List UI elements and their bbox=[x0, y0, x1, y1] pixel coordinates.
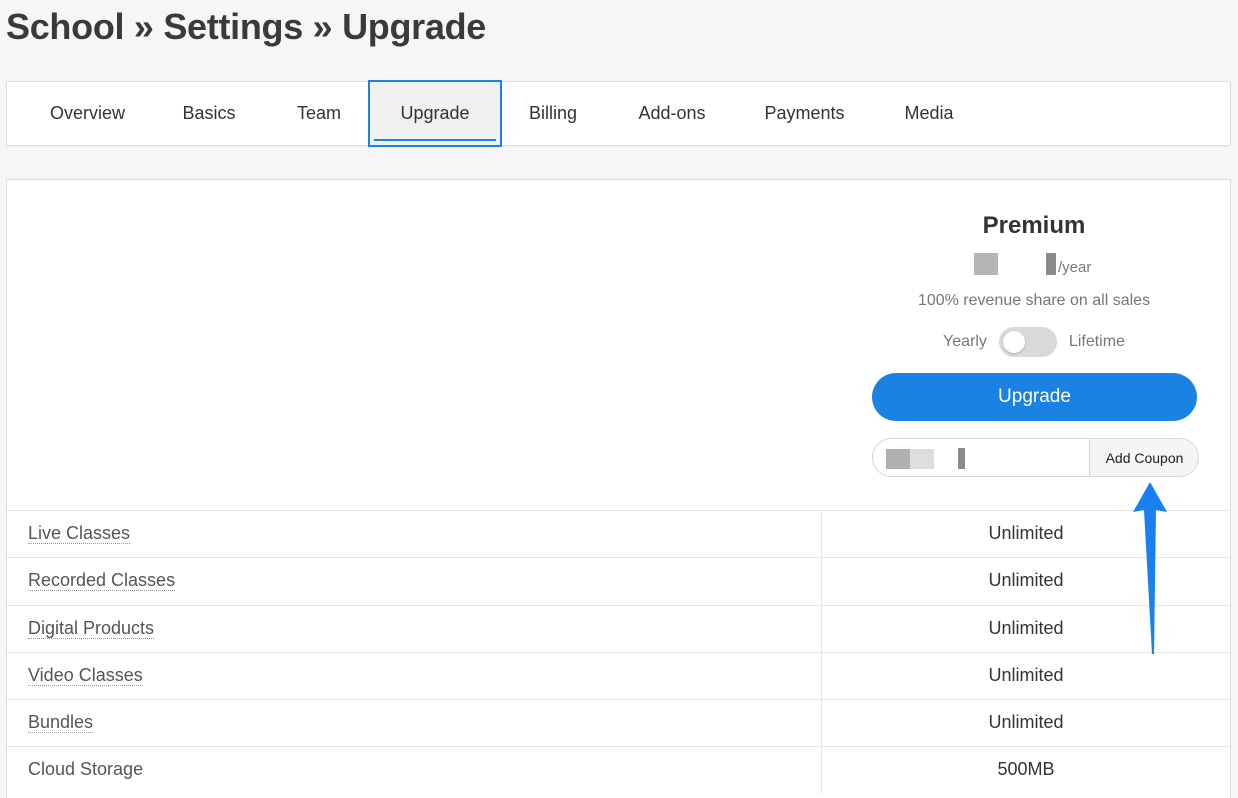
feature-name: Recorded Classes bbox=[28, 570, 176, 592]
billing-toggle: Yearly Lifetime bbox=[870, 327, 1198, 357]
tab-billing[interactable]: Billing bbox=[504, 82, 602, 145]
redacted-coupon-block bbox=[958, 448, 965, 469]
add-coupon-button[interactable]: Add Coupon bbox=[1089, 439, 1198, 476]
feature-name: Digital Products bbox=[28, 617, 155, 639]
redacted-price-block bbox=[1046, 253, 1056, 275]
upgrade-button[interactable]: Upgrade bbox=[872, 373, 1197, 421]
tab-payments[interactable]: Payments bbox=[742, 82, 867, 145]
toggle-label-lifetime: Lifetime bbox=[1068, 333, 1125, 350]
table-row: Digital Products Unlimited bbox=[7, 604, 1230, 652]
table-row: Bundles Unlimited bbox=[7, 699, 1230, 747]
tab-basics[interactable]: Basics bbox=[157, 82, 261, 145]
price-period: /year bbox=[1058, 259, 1092, 276]
billing-period-switch[interactable] bbox=[998, 327, 1057, 357]
redacted-price-block bbox=[974, 253, 998, 275]
feature-value: Unlimited bbox=[988, 712, 1064, 733]
revenue-share-text: 100% revenue share on all sales bbox=[917, 292, 1151, 309]
up-arrow-icon bbox=[1133, 482, 1167, 654]
features-table: Live Classes Unlimited Recorded Classes … bbox=[7, 510, 1230, 794]
redacted-coupon-block bbox=[886, 449, 910, 469]
plan-price: /year bbox=[870, 253, 1198, 277]
tab-overview[interactable]: Overview bbox=[24, 82, 151, 145]
tab-add-ons[interactable]: Add-ons bbox=[612, 82, 732, 145]
feature-value: Unlimited bbox=[988, 664, 1064, 685]
table-row: Live Classes Unlimited bbox=[7, 510, 1230, 558]
feature-value: 500MB bbox=[997, 759, 1055, 780]
tab-team[interactable]: Team bbox=[269, 82, 369, 145]
settings-tab-bar: Overview Basics Team Upgrade Billing Add… bbox=[6, 80, 1231, 147]
table-row: Video Classes Unlimited bbox=[7, 651, 1230, 700]
toggle-label-yearly: Yearly bbox=[943, 333, 987, 350]
table-row: Cloud Storage 500MB bbox=[7, 746, 1230, 794]
plan-name: Premium bbox=[982, 212, 1086, 239]
page-title: School » Settings » Upgrade bbox=[6, 6, 486, 47]
feature-name: Cloud Storage bbox=[28, 759, 144, 780]
table-row: Recorded Classes Unlimited bbox=[7, 557, 1230, 605]
feature-name: Video Classes bbox=[28, 664, 143, 686]
switch-knob bbox=[1002, 331, 1025, 353]
coupon-group: Add Coupon bbox=[872, 438, 1199, 477]
tab-media[interactable]: Media bbox=[879, 82, 979, 145]
tab-upgrade[interactable]: Upgrade bbox=[368, 80, 502, 147]
redacted-coupon-block bbox=[910, 449, 934, 469]
feature-name: Bundles bbox=[28, 712, 94, 734]
feature-name: Live Classes bbox=[28, 523, 131, 544]
